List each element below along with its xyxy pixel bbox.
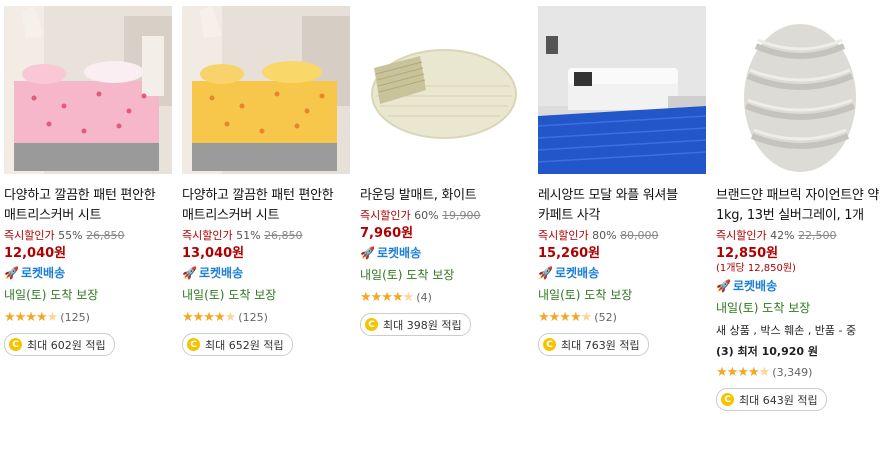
original-price: 80,000 bbox=[620, 229, 659, 242]
unit-price: (1개당 12,850원) bbox=[716, 263, 796, 274]
rating: ★★★★★ (52) bbox=[538, 308, 706, 327]
rating: ★★★★★ (125) bbox=[4, 308, 172, 327]
product-name[interactable]: 라운딩 발매트, 화이트 bbox=[360, 186, 528, 206]
discount-rate: 60% bbox=[414, 209, 439, 222]
reward-text: 최대 398원 적립 bbox=[383, 318, 462, 332]
original-price: 19,900 bbox=[442, 209, 481, 222]
rocket-icon: 🚀 bbox=[4, 266, 19, 280]
product-name[interactable]: 브랜드얀 패브릭 자이언트얀 약 1kg, 13번 실버그레이, 1개 bbox=[716, 186, 884, 226]
reward-badge: C 최대 602원 적립 bbox=[4, 333, 115, 356]
star-icon: ★★★★★ bbox=[182, 310, 236, 325]
coin-icon: C bbox=[721, 393, 734, 406]
product-image[interactable] bbox=[538, 6, 706, 174]
rocket-icon: 🚀 bbox=[538, 266, 553, 280]
product-image[interactable] bbox=[4, 6, 172, 174]
sale-price: 15,260원 bbox=[538, 246, 601, 261]
rocket-icon: 🚀 bbox=[360, 246, 375, 260]
reward-badge: C 최대 398원 적립 bbox=[360, 313, 471, 336]
discount-line: 즉시할인가 55% 26,850 bbox=[4, 227, 172, 244]
rocket-icon: 🚀 bbox=[716, 279, 731, 293]
reward-text: 최대 763원 적립 bbox=[561, 338, 640, 352]
discount-label: 즉시할인가 bbox=[538, 229, 589, 242]
review-count: (52) bbox=[594, 311, 617, 324]
reward-text: 최대 602원 적립 bbox=[27, 338, 106, 352]
discount-label: 즉시할인가 bbox=[182, 229, 233, 242]
reward-text: 최대 643원 적립 bbox=[739, 393, 818, 407]
product-name[interactable]: 레시앙뜨 모달 와플 워셔블 카페트 사각 bbox=[538, 186, 706, 226]
star-icon: ★★★★★ bbox=[716, 365, 770, 380]
product-card[interactable]: 다양하고 깔끔한 패턴 편안한 매트리스커버 시트 즉시할인가 55% 26,8… bbox=[4, 6, 172, 356]
star-icon: ★★★★★ bbox=[4, 310, 58, 325]
rocket-icon: 🚀 bbox=[182, 266, 197, 280]
delivery-info: 내일(토) 도착 보장 bbox=[716, 301, 811, 315]
product-card[interactable]: 브랜드얀 패브릭 자이언트얀 약 1kg, 13번 실버그레이, 1개 즉시할인… bbox=[716, 6, 884, 411]
discount-line: 즉시할인가 51% 26,850 bbox=[182, 227, 350, 244]
discount-rate: 55% bbox=[58, 229, 83, 242]
rating: ★★★★★ (125) bbox=[182, 308, 350, 327]
rocket-badge: 🚀 로켓배송 bbox=[538, 263, 706, 284]
original-price: 26,850 bbox=[86, 229, 125, 242]
coin-icon: C bbox=[543, 338, 556, 351]
delivery-info: 내일(토) 도착 보장 bbox=[182, 288, 277, 302]
reward-badge: C 최대 652원 적립 bbox=[182, 333, 293, 356]
delivery-info: 내일(토) 도착 보장 bbox=[538, 288, 633, 302]
product-image[interactable] bbox=[182, 6, 350, 174]
reward-text: 최대 652원 적립 bbox=[205, 338, 284, 352]
star-icon: ★★★★★ bbox=[360, 290, 414, 305]
reward-badge: C 최대 763원 적립 bbox=[538, 333, 649, 356]
review-count: (3,349) bbox=[772, 366, 813, 379]
product-image[interactable] bbox=[360, 6, 528, 174]
reward-badge: C 최대 643원 적립 bbox=[716, 388, 827, 411]
product-name[interactable]: 다양하고 깔끔한 패턴 편안한 매트리스커버 시트 bbox=[4, 186, 172, 226]
review-count: (125) bbox=[238, 311, 268, 324]
rocket-label: 로켓배송 bbox=[732, 279, 778, 293]
discount-label: 즉시할인가 bbox=[716, 229, 767, 242]
product-name[interactable]: 다양하고 깔끔한 패턴 편안한 매트리스커버 시트 bbox=[182, 186, 350, 226]
delivery-info: 내일(토) 도착 보장 bbox=[360, 268, 455, 282]
delivery-info: 내일(토) 도착 보장 bbox=[4, 288, 99, 302]
other-sellers-lowest-text: (3) 최저 10,920 원 bbox=[716, 345, 819, 358]
product-image[interactable] bbox=[716, 6, 884, 174]
other-sellers-lowest[interactable]: (3) 최저 10,920 원 bbox=[716, 342, 884, 361]
product-card[interactable]: 다양하고 깔끔한 패턴 편안한 매트리스커버 시트 즉시할인가 51% 26,8… bbox=[182, 6, 350, 356]
discount-rate: 51% bbox=[236, 229, 261, 242]
review-count: (4) bbox=[416, 291, 432, 304]
sale-price: 12,850원 bbox=[716, 246, 779, 261]
rocket-badge: 🚀 로켓배송 bbox=[4, 263, 172, 284]
rocket-badge: 🚀 로켓배송 bbox=[182, 263, 350, 284]
product-card[interactable]: 레시앙뜨 모달 와플 워셔블 카페트 사각 즉시할인가 80% 80,000 1… bbox=[538, 6, 706, 356]
review-count: (125) bbox=[60, 311, 90, 324]
rocket-badge: 🚀 로켓배송 bbox=[360, 243, 528, 264]
coin-icon: C bbox=[9, 338, 22, 351]
product-card[interactable]: 라운딩 발매트, 화이트 즉시할인가 60% 19,900 7,960원 🚀 로켓… bbox=[360, 6, 528, 336]
discount-line: 즉시할인가 42% 22,500 bbox=[716, 227, 884, 244]
rocket-badge: 🚀 로켓배송 bbox=[716, 276, 884, 297]
rating: ★★★★★ (3,349) bbox=[716, 363, 884, 382]
discount-line: 즉시할인가 80% 80,000 bbox=[538, 227, 706, 244]
coin-icon: C bbox=[187, 338, 200, 351]
discount-label: 즉시할인가 bbox=[4, 229, 55, 242]
other-sellers-condition[interactable]: 새 상품 , 박스 훼손 , 반품 - 중 bbox=[716, 321, 884, 340]
star-icon: ★★★★★ bbox=[538, 310, 592, 325]
discount-rate: 80% bbox=[592, 229, 617, 242]
rocket-label: 로켓배송 bbox=[20, 266, 66, 280]
discount-rate: 42% bbox=[770, 229, 795, 242]
coin-icon: C bbox=[365, 318, 378, 331]
rocket-label: 로켓배송 bbox=[376, 246, 422, 260]
original-price: 26,850 bbox=[264, 229, 303, 242]
sale-price: 7,960원 bbox=[360, 226, 414, 241]
sale-price: 13,040원 bbox=[182, 246, 245, 261]
rocket-label: 로켓배송 bbox=[554, 266, 600, 280]
rating: ★★★★★ (4) bbox=[360, 288, 528, 307]
sale-price: 12,040원 bbox=[4, 246, 67, 261]
rocket-label: 로켓배송 bbox=[198, 266, 244, 280]
discount-line: 즉시할인가 60% 19,900 bbox=[360, 207, 528, 224]
original-price: 22,500 bbox=[798, 229, 837, 242]
discount-label: 즉시할인가 bbox=[360, 209, 411, 222]
